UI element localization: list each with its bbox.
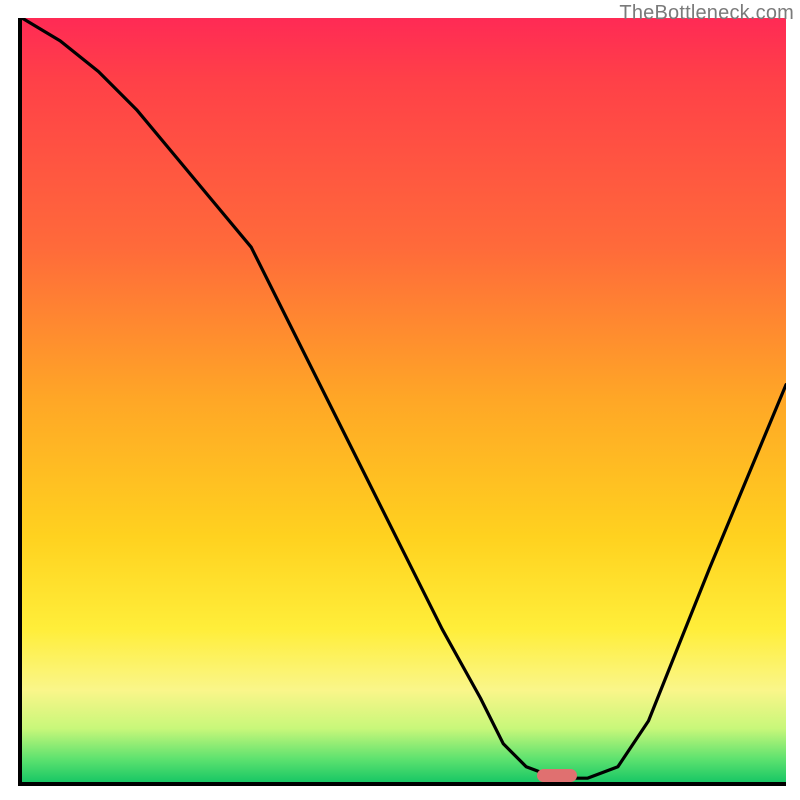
bottleneck-curve-path	[22, 18, 786, 778]
curve-layer	[22, 18, 786, 782]
plot-area	[18, 18, 786, 786]
optimal-marker	[537, 769, 577, 782]
bottleneck-chart: TheBottleneck.com	[0, 0, 800, 800]
attribution-text: TheBottleneck.com	[619, 2, 794, 25]
